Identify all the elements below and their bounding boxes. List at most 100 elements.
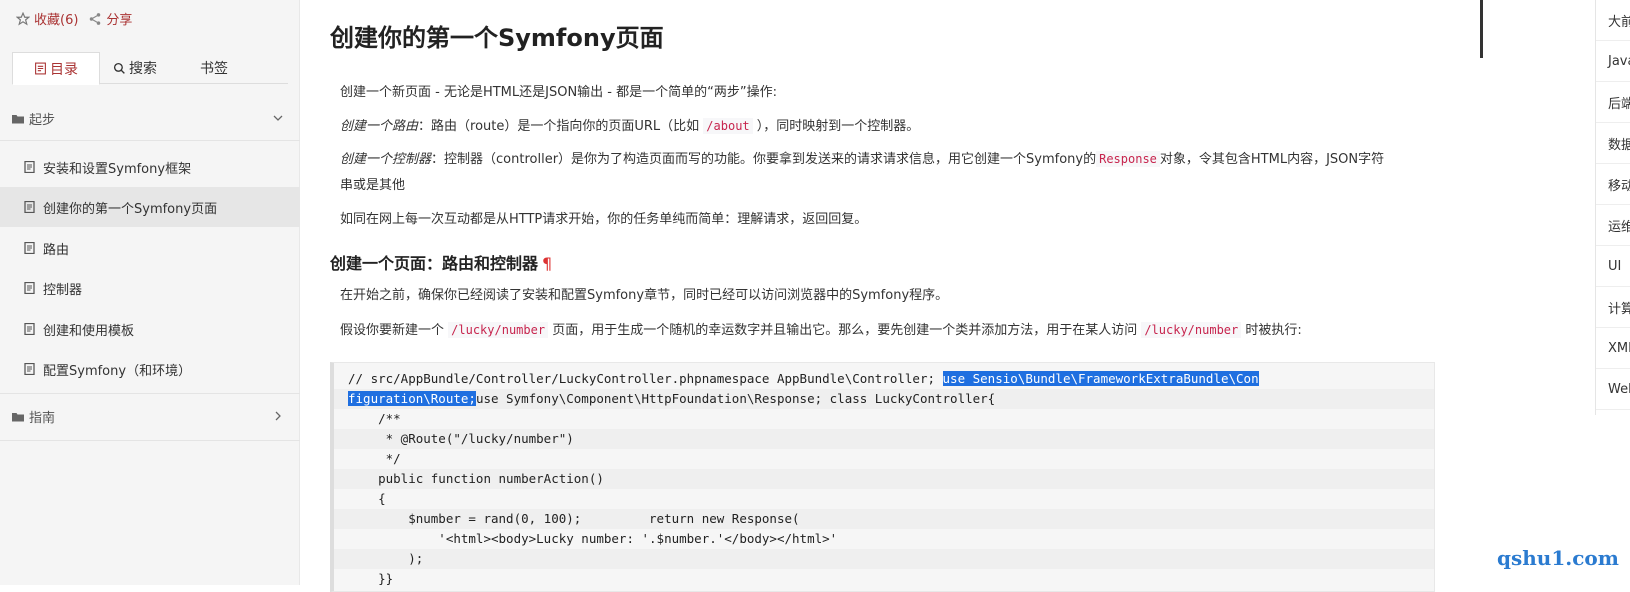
sidebar-item-install[interactable]: 安装和设置Symfony框架 (0, 147, 300, 187)
document-icon (24, 242, 35, 254)
route-text-a: ：路由（route）是一个指向你的页面URL（比如 (418, 119, 704, 134)
code-line: // src/AppBundle/Controller/LuckyControl… (348, 369, 1259, 389)
code-line: * @Route("/lucky/number") (348, 431, 574, 446)
favorite-button[interactable]: 收藏(6) (16, 9, 78, 28)
inline-code: /about (703, 118, 753, 134)
sidebar: 收藏(6) 分享 目录 搜索 书签 起步 安装和设置Symfony框架 创建你的… (0, 0, 300, 585)
sidebar-item-configuration[interactable]: 配置Symfony（和环境） (0, 349, 300, 389)
document-icon (24, 323, 35, 335)
right-nav-item[interactable]: XML (1596, 328, 1630, 369)
right-nav-item[interactable]: 数据 (1596, 123, 1630, 164)
code-line: { (348, 491, 386, 506)
chevron-down-icon (272, 112, 284, 124)
sidebar-item-label: 创建你的第一个Symfony页面 (43, 201, 218, 217)
tab-bookmark[interactable]: 书签 (184, 52, 244, 84)
code-text: use Symfony\Component\HttpFoundation\Res… (475, 391, 996, 406)
document-icon (24, 282, 35, 294)
lucky-text-b: 页面，用于生成一个随机的幸运数字并且输出它。那么，要先创建一个类并添加方法，用于… (548, 323, 1142, 338)
inline-code: /lucky/number (1141, 322, 1242, 338)
folder-icon (12, 113, 24, 124)
chevron-right-icon (272, 410, 284, 422)
sidebar-item-controller[interactable]: 控制器 (0, 268, 300, 308)
code-selection: use Sensio\Bundle\FrameworkExtraBundle\C… (942, 371, 1259, 386)
lucky-text-a: 假设你要新建一个 (340, 323, 449, 338)
code-stripe (334, 549, 1434, 569)
share-icon (88, 12, 102, 26)
divider (0, 393, 300, 394)
intro-paragraph: 创建一个新页面 - 无论是HTML还是JSON输出 - 都是一个简单的“两步”操… (340, 85, 777, 100)
sidebar-item-label: 安装和设置Symfony框架 (43, 161, 192, 177)
section-label: 指南 (29, 410, 56, 426)
sidebar-item-label: 路由 (43, 242, 70, 258)
section-guides[interactable]: 指南 (0, 396, 300, 436)
page-title: 创建你的第一个Symfony页面 (330, 24, 664, 52)
divider (0, 140, 300, 141)
favorite-label: 收藏(6) (34, 13, 79, 28)
tab-search-label: 搜索 (129, 61, 157, 77)
controller-text-b: 对象，令其包含HTML内容，JSON字符 (1159, 152, 1385, 167)
inline-code: /lucky/number (448, 322, 549, 338)
pilcrow-anchor[interactable]: ¶ (542, 254, 552, 273)
right-nav-item[interactable]: 运维 (1596, 205, 1630, 246)
scrollbar-thumb[interactable] (1480, 0, 1483, 58)
lucky-paragraph: 假设你要新建一个 /lucky/number 页面，用于生成一个随机的幸运数字并… (340, 317, 1302, 344)
right-nav-item[interactable]: 后端 (1596, 82, 1630, 123)
tab-toc[interactable]: 目录 (12, 52, 100, 85)
controller-emphasis: 创建一个控制器 (340, 152, 432, 167)
tab-bookmark-label: 书签 (200, 61, 228, 77)
star-icon (16, 11, 30, 26)
top-actions: 收藏(6) 分享 (16, 9, 142, 28)
http-paragraph: 如同在网上每一次互动都是从HTTP请求开始，你的任务单纯而简单：理解请求，返回回… (340, 212, 868, 227)
code-line: }} (348, 571, 394, 586)
code-line: */ (348, 451, 401, 466)
main-content: 创建你的第一个Symfony页面 创建一个新页面 - 无论是HTML还是JSON… (300, 0, 1445, 592)
code-text: // src/AppBundle/Controller/LuckyControl… (348, 371, 943, 386)
right-nav-item[interactable]: Java (1596, 41, 1630, 82)
code-line: public function numberAction() (348, 471, 604, 486)
right-nav-item[interactable]: UI (1596, 246, 1630, 287)
document-icon (24, 363, 35, 375)
lucky-text-c: 时被执行: (1241, 323, 1302, 338)
sidebar-item-label: 配置Symfony（和环境） (43, 363, 192, 379)
sidebar-item-label: 创建和使用模板 (43, 323, 135, 339)
code-line: /** (348, 411, 401, 426)
sidebar-tabs: 目录 搜索 书签 (12, 52, 288, 85)
document-icon (24, 201, 35, 213)
code-line: $number = rand(0, 100); return new Respo… (348, 511, 800, 526)
code-line: ); (348, 551, 424, 566)
code-line: '<html><body>Lucky number: '.$number.'</… (348, 531, 838, 546)
sidebar-item-label: 控制器 (43, 282, 83, 298)
watermark: qshu1.com (1497, 546, 1619, 570)
inline-code: Response (1096, 151, 1160, 167)
share-label: 分享 (106, 13, 133, 28)
right-category-nav: 大前 Java 后端 数据 移动 运维 UI 计算 XML Web (1595, 0, 1630, 415)
controller-text-c: 串或是其他 (340, 178, 406, 193)
code-block[interactable]: // src/AppBundle/Controller/LuckyControl… (330, 362, 1435, 592)
sidebar-item-first-page[interactable]: 创建你的第一个Symfony页面 (0, 187, 300, 227)
folder-icon (12, 411, 24, 422)
tab-toc-label: 目录 (50, 61, 78, 78)
share-button[interactable]: 分享 (88, 9, 132, 28)
search-icon (113, 62, 126, 75)
section-getting-started[interactable]: 起步 (0, 98, 300, 138)
right-nav-item[interactable]: 移动 (1596, 164, 1630, 205)
right-nav-item[interactable]: 计算 (1596, 287, 1630, 328)
document-icon (24, 161, 35, 173)
list-icon (34, 62, 47, 75)
route-text-b: ），同时映射到一个控制器。 (752, 119, 920, 134)
section-heading-text: 创建一个页面：路由和控制器 (330, 254, 539, 273)
section-heading: 创建一个页面：路由和控制器 ¶ (330, 250, 552, 274)
sidebar-item-templates[interactable]: 创建和使用模板 (0, 309, 300, 349)
code-line: figuration\Route;use Symfony\Component\H… (348, 389, 995, 409)
tab-search[interactable]: 搜索 (100, 52, 170, 84)
route-paragraph: 创建一个路由：路由（route）是一个指向你的页面URL（比如 /about ）… (340, 113, 919, 140)
right-nav-item[interactable]: Web (1596, 369, 1630, 410)
divider (0, 440, 300, 441)
right-nav-item[interactable]: 大前 (1596, 0, 1630, 41)
controller-text-a: ：控制器（controller）是你为了构造页面而写的功能。你要拿到发送来的请求… (431, 152, 1097, 167)
sidebar-item-routing[interactable]: 路由 (0, 228, 300, 268)
controller-paragraph: 创建一个控制器：控制器（controller）是你为了构造页面而写的功能。你要拿… (340, 146, 1420, 199)
section-label: 起步 (29, 112, 56, 128)
route-emphasis: 创建一个路由 (340, 119, 419, 134)
before-paragraph: 在开始之前，确保你已经阅读了安装和配置Symfony章节，同时已经可以访问浏览器… (340, 288, 949, 303)
